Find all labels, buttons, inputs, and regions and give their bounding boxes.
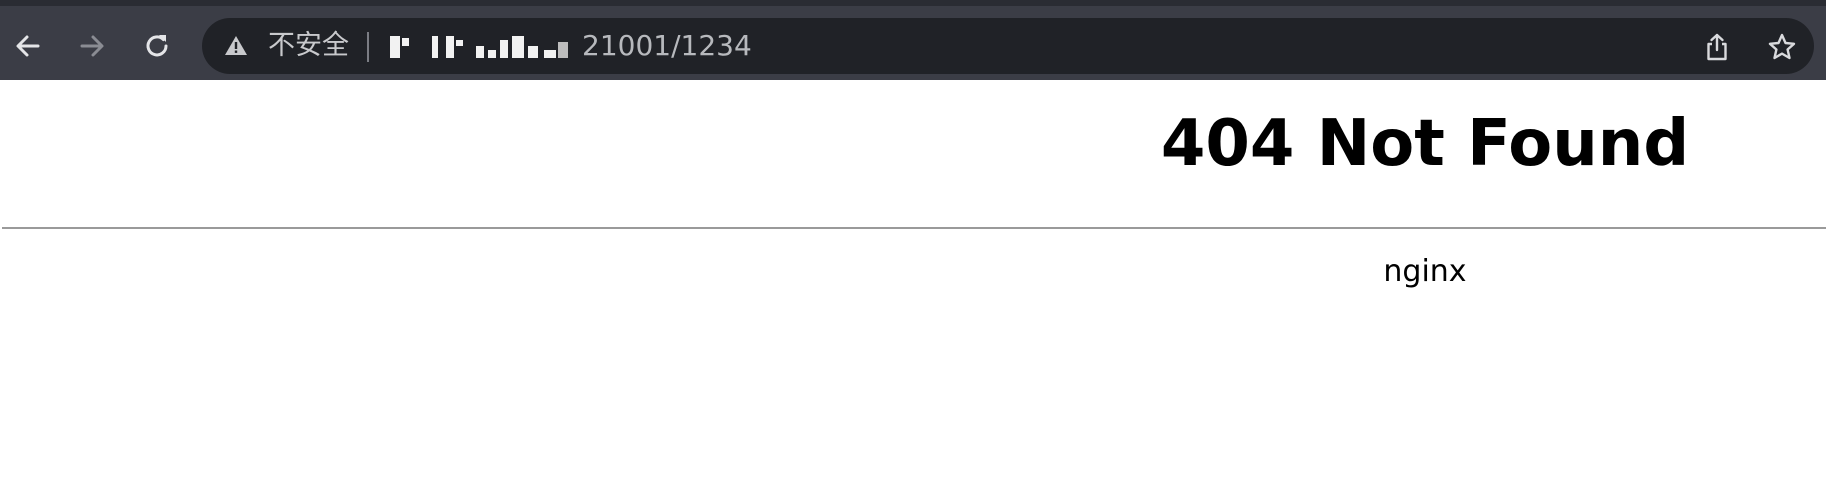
arrow-right-icon bbox=[80, 35, 104, 57]
arrow-left-icon bbox=[16, 35, 40, 57]
share-icon[interactable] bbox=[1702, 32, 1732, 62]
page-content: 404 Not Found nginx bbox=[0, 80, 1826, 490]
warning-triangle-icon[interactable] bbox=[224, 34, 248, 58]
browser-toolbar: 不安全 21001/1234 bbox=[0, 0, 1826, 80]
forward-button[interactable] bbox=[70, 24, 114, 68]
server-name: nginx bbox=[1383, 254, 1467, 289]
reload-button[interactable] bbox=[135, 24, 179, 68]
reload-icon bbox=[146, 35, 168, 57]
back-button[interactable] bbox=[6, 24, 50, 68]
security-status-label[interactable]: 不安全 bbox=[268, 29, 349, 63]
page-title: 404 Not Found bbox=[1160, 107, 1690, 181]
redacted-host bbox=[388, 36, 574, 58]
horizontal-rule bbox=[2, 227, 1826, 229]
address-bar[interactable]: 不安全 21001/1234 bbox=[202, 18, 1814, 74]
star-icon[interactable] bbox=[1767, 32, 1797, 62]
address-divider bbox=[367, 32, 369, 62]
url-text[interactable]: 21001/1234 bbox=[582, 29, 752, 63]
